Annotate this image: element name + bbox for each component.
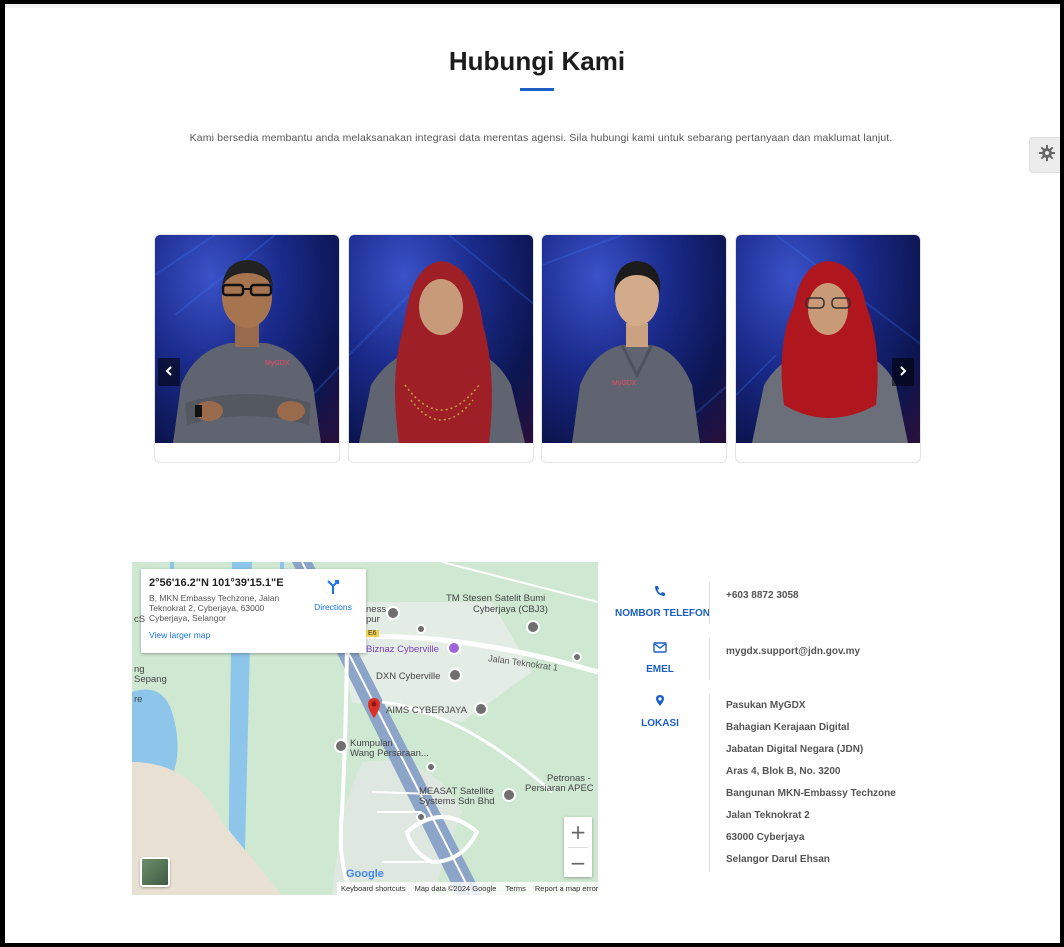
chevron-left-icon [165,363,173,381]
page-subtitle: Kami bersedia membantu anda melaksanakan… [189,132,893,144]
map-info-window: 2°56'16.2"N 101°39'15.1"E B, MKN Embassy… [141,569,366,653]
svg-text:MyGDX: MyGDX [265,360,290,367]
email-value[interactable]: mygdx.support@jdn.gov.my [726,646,860,657]
carousel-prev-button[interactable] [158,358,180,386]
team-photo [736,235,920,443]
map-poi-icon[interactable] [426,762,436,772]
map-label-sepang: Sepang [134,674,167,685]
address-line: 63000 Cyberjaya [726,832,805,843]
directions-button[interactable]: Directions [308,579,358,612]
map-label-systems: Systems Sdn Bhd [419,796,495,807]
map-label-pur: pur [366,614,380,625]
map-poi-icon[interactable] [474,702,488,716]
address-line: Jalan Teknokrat 2 [726,810,810,821]
location-label: LOKASI [641,718,679,729]
terms-link[interactable]: Terms [505,884,525,893]
contact-location: LOKASI [615,694,705,729]
phone-label: NOMBOR TELEFON [615,608,710,619]
address-line: Bangunan MKN-Embassy Techzone [726,788,896,799]
embedded-map[interactable]: 2°56'16.2"N 101°39'15.1"E B, MKN Embassy… [132,562,598,895]
view-larger-map-link[interactable]: View larger map [149,630,358,640]
team-photo [349,235,533,443]
map-pin-icon [655,694,665,711]
map-poi-icon[interactable] [448,668,462,682]
map-label-cs: cS [134,614,146,625]
settings-button[interactable] [1029,137,1060,173]
map-data-attribution: Map data ©2024 Google [414,884,497,893]
map-address: B, MKN Embassy Techzone, Jalan Teknokrat… [149,593,280,623]
highway-shield: E6 [366,630,379,637]
team-card-footer [736,443,920,462]
map-label-tm-2: Cyberjaya (CBJ3) [473,604,548,615]
map-poi-icon[interactable] [447,641,461,655]
team-card-footer [155,443,339,462]
map-label-persiaran: Persiaran APEC [525,783,594,794]
contact-divider [709,694,710,872]
map-label-wang: Wang Persaraan... [350,748,429,759]
map-footer: Keyboard shortcuts Map data ©2024 Google… [337,882,598,895]
map-label-tm: TM Stesen Satelit Bumi [446,593,546,604]
address-line: Jabatan Digital Negara (JDN) [726,744,864,755]
map-zoom-controls: + − [564,817,592,877]
team-photo: MyGDX [542,235,726,443]
map-poi-icon[interactable] [416,624,426,634]
team-card-footer [542,443,726,462]
title-underline [520,88,554,91]
team-photo: MyGDX [155,235,339,443]
phone-icon [654,584,666,601]
directions-icon [325,580,341,599]
map-poi-icon[interactable] [386,606,400,620]
contact-email: EMEL [615,640,705,675]
page-title: Hubungi Kami [448,46,626,76]
address-line: Pasukan MyGDX [726,700,806,711]
contact-divider [709,582,710,624]
map-poi-icon[interactable] [526,620,540,634]
report-error-link[interactable]: Report a map error [535,884,598,893]
zoom-in-button[interactable]: + [564,817,592,847]
zoom-out-button[interactable]: − [564,848,592,878]
contact-divider [709,638,710,680]
carousel-next-button[interactable] [892,358,914,386]
map-label-aims: AIMS CYBERJAYA [386,705,467,716]
email-label: EMEL [646,664,674,675]
address-line: Aras 4, Blok B, No. 3200 [726,766,841,777]
keyboard-shortcuts-link[interactable]: Keyboard shortcuts [341,884,406,893]
map-poi-icon[interactable] [572,652,582,662]
team-card[interactable]: MyGDX [541,234,727,463]
team-card[interactable] [348,234,534,463]
team-card[interactable]: MyGDX [154,234,340,463]
map-poi-icon[interactable] [334,739,348,753]
map-label-dxn: DXN Cyberville [376,671,441,682]
address-line: Bahagian Kerajaan Digital [726,722,850,733]
satellite-view-toggle[interactable] [140,857,170,887]
page: Hubungi Kami Kami bersedia membantu anda… [5,4,1060,943]
svg-text:MyGDX: MyGDX [612,380,637,387]
map-label-re: re [134,694,143,705]
address-line: Selangor Darul Ehsan [726,854,830,865]
map-poi-icon[interactable] [416,812,426,822]
gear-icon [1038,144,1056,167]
contact-phone: NOMBOR TELEFON [615,584,710,619]
chevron-right-icon [899,363,907,381]
top-strip [5,4,1060,8]
directions-label: Directions [314,602,352,612]
map-label-biznaz: Biznaz Cyberville [366,644,439,655]
phone-value[interactable]: +603 8872 3058 [726,590,799,601]
google-logo: Google [346,868,384,880]
map-poi-icon[interactable] [502,788,516,802]
team-card[interactable] [735,234,921,463]
team-card-footer [349,443,533,462]
envelope-icon [653,640,667,657]
